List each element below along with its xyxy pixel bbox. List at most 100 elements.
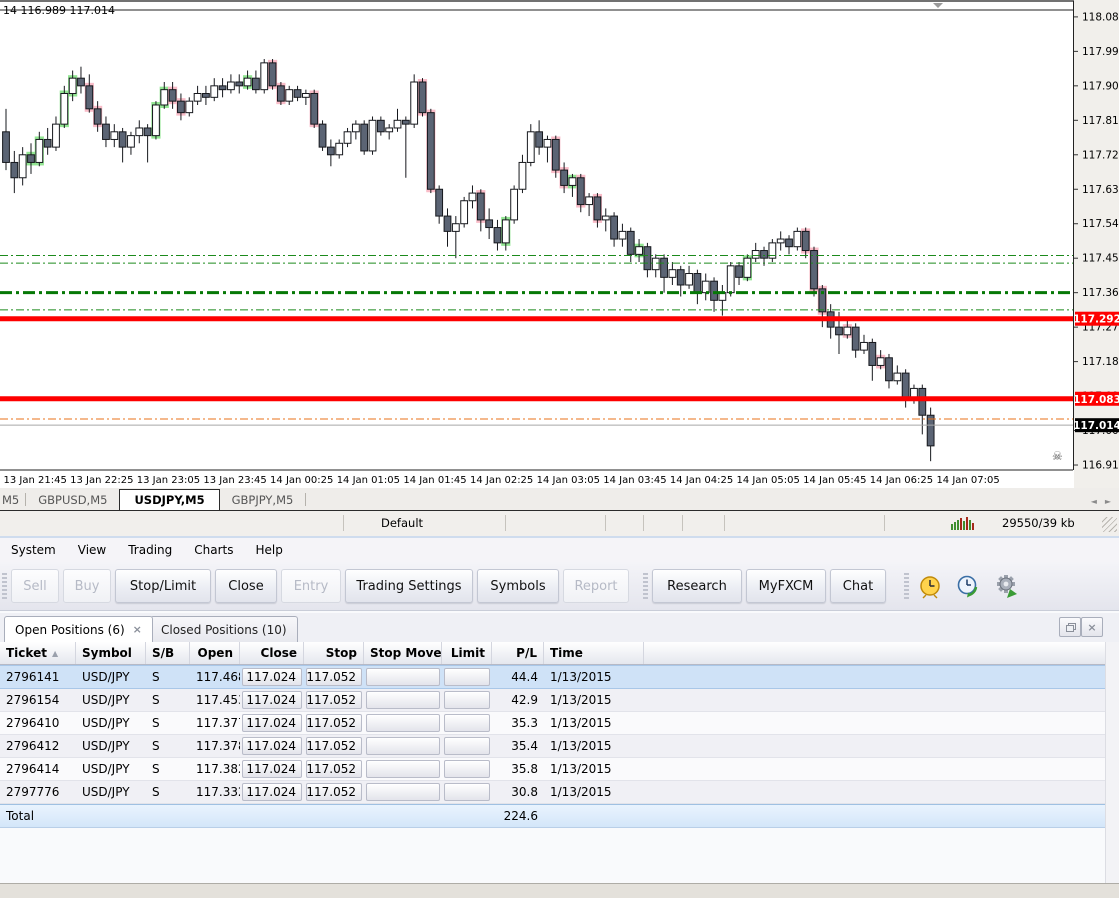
close-panel-button[interactable]: × — [1081, 617, 1103, 637]
sell-button[interactable]: Sell — [11, 569, 59, 603]
tab-scroll-right-icon[interactable]: ► — [1105, 497, 1111, 506]
cell-button-limit[interactable] — [444, 691, 490, 709]
svg-text:117.083: 117.083 — [1073, 394, 1119, 406]
cell-button-limit[interactable] — [444, 668, 490, 686]
tab-open-positions-label: Open Positions (6) — [15, 622, 125, 637]
menu-system[interactable]: System — [0, 539, 67, 561]
cell-button-stop-move[interactable] — [366, 668, 440, 686]
cell-button-limit[interactable] — [444, 760, 490, 778]
column-header-symbol[interactable]: Symbol — [76, 642, 146, 664]
strategy-gear-icon[interactable] — [989, 569, 1023, 603]
chart-tab-usdjpy[interactable]: USDJPY,M5 — [119, 489, 220, 510]
close-tab-icon[interactable]: × — [133, 623, 142, 636]
menu-help[interactable]: Help — [245, 539, 294, 561]
stop-limit-button[interactable]: Stop/Limit — [115, 569, 211, 603]
tab-scroll-left-icon[interactable]: ◄ — [1091, 497, 1097, 506]
table-row[interactable]: 2796410 USD/JPY S 117.377117.024117.052 35.3… — [0, 712, 1106, 735]
cell-button-stop[interactable]: 117.052 — [306, 691, 362, 709]
column-header-limit[interactable]: Limit — [442, 642, 492, 664]
cell-sb: S — [152, 670, 160, 684]
column-header-stop[interactable]: Stop — [304, 642, 364, 664]
alarm-clock-icon[interactable] — [913, 569, 947, 603]
cell-open: 117.377 — [196, 716, 240, 730]
price-tag: 117.083 — [1073, 391, 1119, 406]
cell-button-stop[interactable]: 117.052 — [306, 668, 362, 686]
column-header-sb[interactable]: S/B — [146, 642, 190, 664]
cell-button-stop[interactable]: 117.052 — [306, 714, 362, 732]
trading-settings-button[interactable]: Trading Settings — [345, 569, 473, 603]
menu-charts[interactable]: Charts — [183, 539, 244, 561]
cell-button-close[interactable]: 117.024 — [242, 783, 302, 801]
cell-sb: S — [152, 739, 160, 753]
cell-button-close[interactable]: 117.024 — [242, 668, 302, 686]
svg-text:14 Jan 03:05: 14 Jan 03:05 — [537, 475, 600, 486]
chart-tab-gbpusd[interactable]: GBPUSD,M5 — [26, 490, 119, 510]
column-header-open[interactable]: Open — [190, 642, 240, 664]
cell-button-limit[interactable] — [444, 714, 490, 732]
column-header-ticket[interactable]: Ticket ▲ — [0, 642, 76, 664]
entry-button[interactable]: Entry — [281, 569, 341, 603]
cell-sb: S — [152, 716, 160, 730]
menu-view[interactable]: View — [67, 539, 117, 561]
cell-button-close[interactable]: 117.024 — [242, 691, 302, 709]
tab-separator — [305, 493, 307, 506]
column-header-pl[interactable]: P/L — [492, 642, 544, 664]
cell-button-stop[interactable]: 117.052 — [306, 737, 362, 755]
cell-button-stop-move[interactable] — [366, 691, 440, 709]
status-profile[interactable]: Default — [381, 516, 423, 530]
positions-panel: Open Positions (6) × Closed Positions (1… — [0, 611, 1119, 898]
chart-scroll-up-icon[interactable] — [933, 3, 943, 8]
buy-button[interactable]: Buy — [63, 569, 111, 603]
cell-sb: S — [152, 785, 160, 799]
cell-button-stop-move[interactable] — [366, 714, 440, 732]
tab-closed-positions[interactable]: Closed Positions (10) — [150, 616, 298, 642]
cell-button-limit[interactable] — [444, 737, 490, 755]
cell-button-stop-move[interactable] — [366, 783, 440, 801]
close-button[interactable]: Close — [215, 569, 277, 603]
cell-button-close[interactable]: 117.024 — [242, 737, 302, 755]
table-scrollbar[interactable] — [1105, 642, 1119, 894]
sort-asc-icon: ▲ — [51, 648, 59, 658]
history-clock-icon[interactable] — [951, 569, 985, 603]
column-header-close[interactable]: Close — [240, 642, 304, 664]
cell-sb: S — [152, 693, 160, 707]
toolbar-grip[interactable] — [2, 571, 7, 601]
myfxcm-button[interactable]: MyFXCM — [746, 569, 826, 603]
trading-station-window: 118.080 117.990 117.900 117.810 117.720 117.6… — [0, 0, 1119, 898]
table-row[interactable]: 2796141 USD/JPY S 117.468117.024117.052 44.4… — [0, 665, 1106, 689]
toolbar-grip[interactable] — [643, 571, 648, 601]
research-button[interactable]: Research — [652, 569, 742, 603]
report-button[interactable]: Report — [563, 569, 629, 603]
cell-button-close[interactable]: 117.024 — [242, 760, 302, 778]
cell-button-stop-move[interactable] — [366, 760, 440, 778]
cell-button-limit[interactable] — [444, 783, 490, 801]
float-panel-button[interactable] — [1059, 617, 1081, 637]
cell-ticket: 2796154 — [6, 693, 60, 707]
svg-text:117.540: 117.540 — [1082, 218, 1119, 230]
cell-button-stop[interactable]: 117.052 — [306, 783, 362, 801]
tab-closed-positions-label: Closed Positions (10) — [161, 622, 287, 637]
cell-button-close[interactable]: 117.024 — [242, 714, 302, 732]
positions-table: Ticket ▲ Symbol S/B Open Close Stop Stop Move Li… — [0, 642, 1106, 828]
svg-text:13 Jan 22:25: 13 Jan 22:25 — [70, 475, 133, 486]
window-bottom-bar — [0, 883, 1119, 898]
chat-button[interactable]: Chat — [830, 569, 886, 603]
status-separator — [643, 515, 644, 531]
cell-button-stop[interactable]: 117.052 — [306, 760, 362, 778]
resize-grip[interactable] — [1102, 517, 1117, 532]
table-row[interactable]: 2796414 USD/JPY S 117.382117.024117.052 35.8… — [0, 758, 1106, 781]
table-row[interactable]: 2796412 USD/JPY S 117.378117.024117.052 35.4… — [0, 735, 1106, 758]
menu-trading[interactable]: Trading — [117, 539, 183, 561]
svg-text:117.292: 117.292 — [1073, 314, 1119, 326]
symbols-button[interactable]: Symbols — [477, 569, 559, 603]
column-header-time[interactable]: Time — [544, 642, 644, 664]
chart-tab-gbpjpy[interactable]: GBPJPY,M5 — [220, 490, 306, 510]
tab-open-positions[interactable]: Open Positions (6) × — [4, 616, 153, 642]
cell-button-stop-move[interactable] — [366, 737, 440, 755]
table-row[interactable]: 2797776 USD/JPY S 117.332117.024117.052 30.8… — [0, 781, 1106, 804]
toolbar-grip[interactable] — [904, 571, 909, 601]
table-row[interactable]: 2796154 USD/JPY S 117.453117.024117.052 42.9… — [0, 689, 1106, 712]
candlestick-chart[interactable]: 118.080 117.990 117.900 117.810 117.720 117.6… — [0, 0, 1119, 488]
column-header-stop-move[interactable]: Stop Move — [364, 642, 442, 664]
chart-tab-truncated[interactable]: M5 — [0, 490, 25, 510]
